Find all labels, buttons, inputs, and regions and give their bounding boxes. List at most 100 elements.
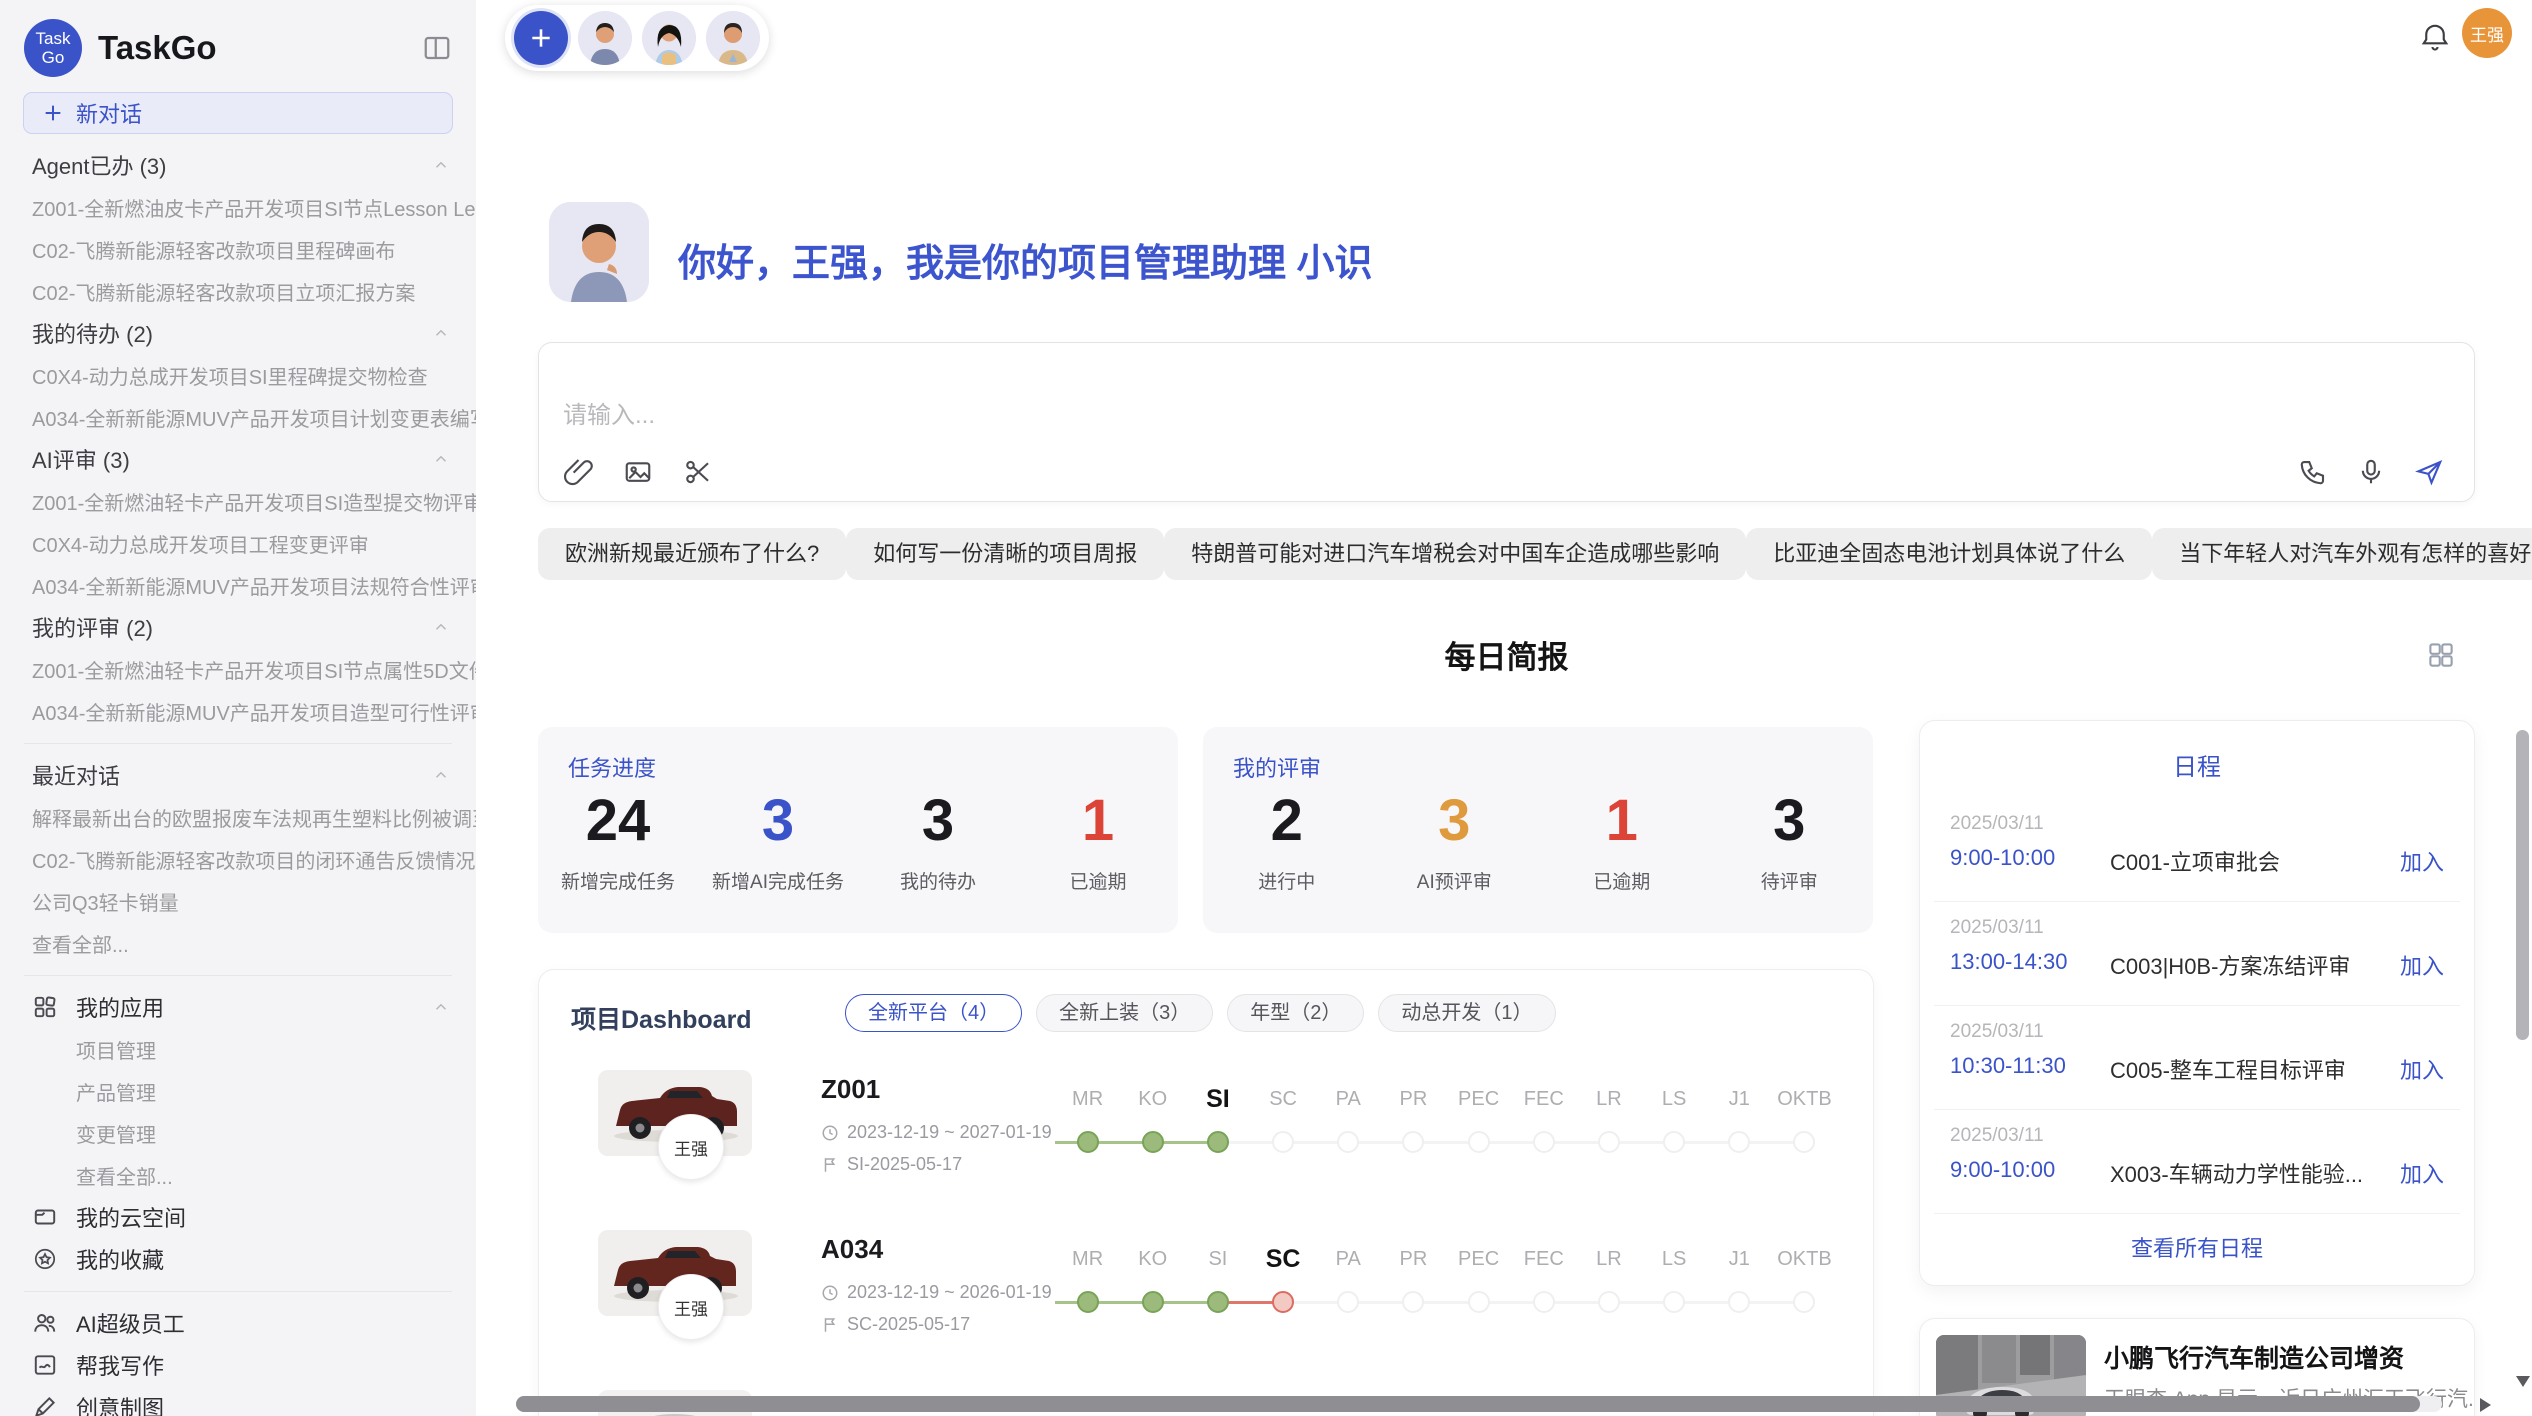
- section-header-my-todo[interactable]: 我的待办 (2): [0, 312, 476, 354]
- assistant-avatar-2[interactable]: [642, 11, 696, 65]
- schedule-card: 日程 2025/03/11 9:00-10:00 C001-立项审批会 加入 2…: [1919, 720, 2475, 1286]
- layout-grid-icon[interactable]: [2426, 640, 2456, 670]
- recent-item[interactable]: 公司Q3轻卡销量: [0, 880, 476, 922]
- stat-value: 24: [538, 789, 698, 853]
- add-assistant-button[interactable]: [514, 11, 568, 65]
- conversation-item[interactable]: C02-飞腾新能源轻客改款项目立项汇报方案: [0, 270, 476, 312]
- milestone-dot: [1142, 1291, 1164, 1313]
- sidebar-header: Task Go TaskGo: [0, 16, 476, 80]
- conversation-item[interactable]: Z001-全新燃油轻卡产品开发项目SI节点属性5D文件评审: [0, 648, 476, 690]
- suggestion-chip[interactable]: 欧洲新规最近颁布了什么?: [538, 528, 846, 580]
- section-header-ai-review[interactable]: AI评审 (3): [0, 438, 476, 480]
- attachment-icon[interactable]: [563, 457, 593, 487]
- event-title: C003|H0B-方案冻结评审: [2110, 949, 2350, 981]
- app-title: TaskGo: [98, 29, 422, 67]
- daily-briefing-title: 每日简报: [538, 632, 2475, 677]
- join-link[interactable]: 加入: [2400, 1053, 2444, 1085]
- event-date: 2025/03/11: [1950, 917, 2044, 939]
- stat-new-ai-done: 3 新增AI完成任务: [698, 789, 858, 894]
- milestone-current-overdue: SC: [1251, 1242, 1316, 1320]
- vertical-scrollbar-thumb[interactable]: [2516, 730, 2529, 1040]
- section-header-my-review[interactable]: 我的评审 (2): [0, 606, 476, 648]
- tab-year-model[interactable]: 年型（2）: [1227, 994, 1364, 1032]
- milestone: MR: [1055, 1082, 1120, 1160]
- suggestion-chip[interactable]: 如何写一份清晰的项目周报: [846, 528, 1164, 580]
- conversation-item[interactable]: C02-飞腾新能源轻客改款项目里程碑画布: [0, 228, 476, 270]
- conversation-item[interactable]: A034-全新新能源MUV产品开发项目计划变更表编写: [0, 396, 476, 438]
- app-item-view-all[interactable]: 查看全部...: [0, 1154, 476, 1196]
- conversation-item[interactable]: A034-全新新能源MUV产品开发项目造型可行性评审: [0, 690, 476, 732]
- composer-right-tools: [2298, 457, 2444, 487]
- new-chat-button[interactable]: 新对话: [23, 92, 453, 134]
- flag-icon: [821, 1156, 839, 1174]
- app-item-project-mgmt[interactable]: 项目管理: [0, 1028, 476, 1070]
- project-name: A034: [821, 1234, 883, 1265]
- send-icon[interactable]: [2414, 457, 2444, 487]
- assistant-avatar-3[interactable]: [706, 11, 760, 65]
- conversation-item[interactable]: C0X4-动力总成开发项目SI里程碑提交物检查: [0, 354, 476, 396]
- suggestion-chip[interactable]: 当下年轻人对汽车外观有怎样的喜好趋势: [2152, 528, 2532, 580]
- chevron-up-icon: [432, 766, 450, 784]
- assistant-hero-avatar: [549, 202, 649, 302]
- stat-value: 3: [698, 789, 858, 853]
- pen-icon: [32, 1394, 58, 1416]
- project-owner-badge: 王强: [658, 1274, 724, 1340]
- assistant-avatar-1[interactable]: [578, 11, 632, 65]
- view-all-schedule-link[interactable]: 查看所有日程: [1920, 1231, 2474, 1263]
- recent-item[interactable]: 解释最新出台的欧盟报废车法规再生塑料比例被调至15%...: [0, 796, 476, 838]
- sidebar-item-cloud-space[interactable]: 我的云空间: [0, 1196, 476, 1238]
- project-flag: SI-2025-05-17: [821, 1154, 962, 1175]
- tab-powertrain[interactable]: 动总开发（1）: [1378, 994, 1555, 1032]
- image-upload-icon[interactable]: [623, 457, 653, 487]
- join-link[interactable]: 加入: [2400, 949, 2444, 981]
- sidebar-item-ai-employee[interactable]: AI超级员工: [0, 1302, 476, 1344]
- join-link[interactable]: 加入: [2400, 845, 2444, 877]
- recent-item[interactable]: C02-飞腾新能源轻客改款项目的闭环通告反馈情况: [0, 838, 476, 880]
- tab-new-platform[interactable]: 全新平台（4）: [845, 994, 1022, 1032]
- milestone-timeline: MR KO SI SC PA PR PEC FEC LR LS J1 OKTB: [1055, 1242, 1837, 1320]
- app-item-product-mgmt[interactable]: 产品管理: [0, 1070, 476, 1112]
- writing-icon: [32, 1352, 58, 1378]
- milestone-dot: [1207, 1131, 1229, 1153]
- scroll-down-arrow[interactable]: [2516, 1376, 2530, 1387]
- conversation-item[interactable]: A034-全新新能源MUV产品开发项目法规符合性评审: [0, 564, 476, 606]
- scissors-icon[interactable]: [683, 457, 713, 487]
- chat-composer: [538, 342, 2475, 502]
- section-header-agent-done[interactable]: Agent已办 (3): [0, 144, 476, 186]
- app-item-change-mgmt[interactable]: 变更管理: [0, 1112, 476, 1154]
- vertical-scrollbar-track[interactable]: [2516, 690, 2529, 1370]
- project-row[interactable]: 王强 A034 2023-12-19 ~ 2026-01-19 SC-2025-…: [539, 1222, 1873, 1372]
- horizontal-scrollbar-thumb[interactable]: [516, 1396, 2420, 1412]
- horizontal-scrollbar-track[interactable]: [516, 1396, 2442, 1412]
- notification-bell-icon[interactable]: [2420, 22, 2450, 52]
- sidebar-item-my-apps[interactable]: 我的应用: [0, 986, 476, 1028]
- sidebar-collapse-icon[interactable]: [422, 33, 452, 63]
- my-review-card: 我的评审 2 进行中 3 AI预评审 1 已逾期 3 待评审: [1203, 727, 1873, 933]
- sidebar: Task Go TaskGo 新对话 Agent已办 (3) Z001-全新燃油…: [0, 0, 476, 1416]
- microphone-icon[interactable]: [2356, 457, 2386, 487]
- recent-item-view-all[interactable]: 查看全部...: [0, 922, 476, 964]
- sidebar-item-favorites[interactable]: 我的收藏: [0, 1238, 476, 1280]
- sidebar-item-creative-draw[interactable]: 创意制图: [0, 1386, 476, 1416]
- milestone: FEC: [1511, 1082, 1576, 1160]
- sidebar-item-label: 我的应用: [76, 991, 414, 1023]
- suggestion-chip[interactable]: 特朗普可能对进口汽车增税会对中国车企造成哪些影响: [1164, 528, 1746, 580]
- chat-input[interactable]: [563, 395, 2063, 443]
- conversation-item[interactable]: Z001-全新燃油轻卡产品开发项目SI造型提交物评审: [0, 480, 476, 522]
- sidebar-item-help-write[interactable]: 帮我写作: [0, 1344, 476, 1386]
- stat-overdue: 1 已逾期: [1538, 789, 1706, 894]
- project-row[interactable]: 王强 Z001 2023-12-19 ~ 2027-01-19 SI-2025-…: [539, 1062, 1873, 1212]
- tab-new-body[interactable]: 全新上装（3）: [1036, 994, 1213, 1032]
- join-link[interactable]: 加入: [2400, 1157, 2444, 1189]
- suggestion-chip[interactable]: 比亚迪全固态电池计划具体说了什么: [1746, 528, 2152, 580]
- schedule-title: 日程: [1920, 747, 2474, 782]
- scroll-right-arrow[interactable]: [2480, 1398, 2491, 1412]
- clock-icon: [821, 1284, 839, 1302]
- conversation-item[interactable]: C0X4-动力总成开发项目工程变更评审: [0, 522, 476, 564]
- milestone-dot: [1663, 1291, 1685, 1313]
- user-avatar[interactable]: 王强: [2462, 8, 2512, 58]
- phone-icon[interactable]: [2298, 457, 2328, 487]
- conversation-item[interactable]: Z001-全新燃油皮卡产品开发项目SI节点Lesson Learn报告: [0, 186, 476, 228]
- section-header-recent[interactable]: 最近对话: [0, 754, 476, 796]
- stat-overdue: 1 已逾期: [1018, 789, 1178, 894]
